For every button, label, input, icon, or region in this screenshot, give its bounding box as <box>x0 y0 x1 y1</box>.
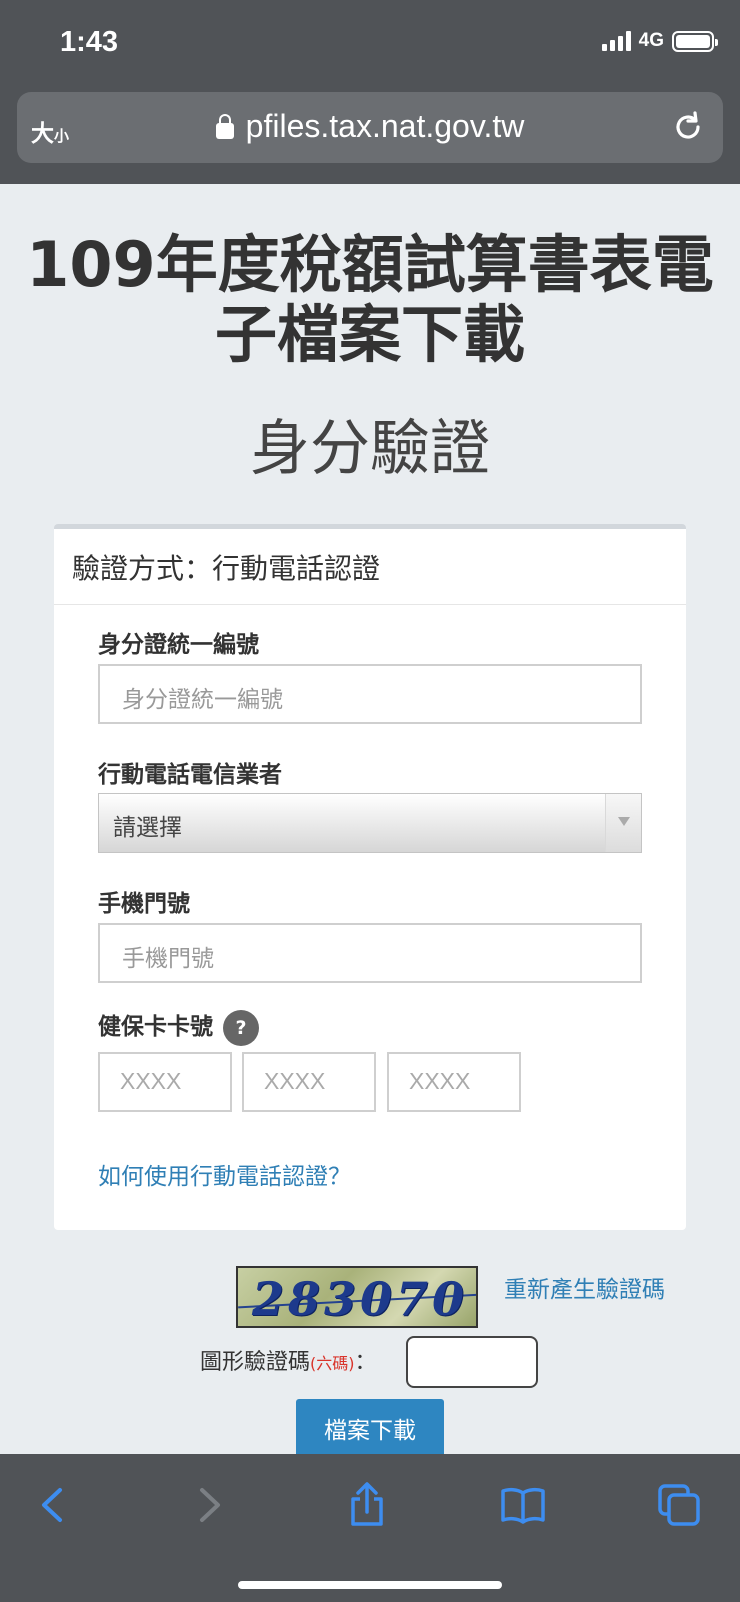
status-indicators: 4G <box>601 30 718 52</box>
page-content: 109年度稅額試算書表電子檔案下載 身分驗證 驗證方式：行動電話認證 身分證統一… <box>0 184 740 1454</box>
captcha-label: 圖形驗證碼(六碼)： <box>200 1350 377 1375</box>
carrier-select-value: 請選擇 <box>113 815 182 841</box>
carrier-select[interactable]: 請選擇 <box>98 793 642 853</box>
reload-icon[interactable] <box>671 110 705 144</box>
health-card-label-row: 健保卡卡號? <box>98 1007 259 1046</box>
url-text: pfiles.tax.nat.gov.tw <box>245 108 525 144</box>
health-card-label: 健保卡卡號 <box>98 1014 213 1040</box>
id-label: 身分證統一編號 <box>98 632 259 658</box>
phone-label: 手機門號 <box>98 891 190 917</box>
carrier-label: 行動電話電信業者 <box>98 762 282 788</box>
address-bar[interactable]: 大小 pfiles.tax.nat.gov.tw <box>17 92 723 163</box>
health-card-input-3[interactable]: XXXX <box>387 1052 521 1112</box>
captcha-input[interactable] <box>406 1336 538 1388</box>
id-number-input[interactable]: 身分證統一編號 <box>98 664 642 724</box>
chevron-down-icon <box>605 794 641 852</box>
signal-icon <box>601 31 631 51</box>
page-subtitle: 身分驗證 <box>250 414 490 484</box>
home-indicator[interactable] <box>238 1581 502 1589</box>
phone-number-input[interactable]: 手機門號 <box>98 923 642 983</box>
battery-icon <box>672 30 718 52</box>
browser-toolbar <box>0 1454 740 1602</box>
howto-link[interactable]: 如何使用行動電話認證？ <box>98 1157 351 1191</box>
bookmarks-icon[interactable] <box>500 1482 546 1528</box>
health-card-input-2[interactable]: XXXX <box>242 1052 376 1112</box>
url-field[interactable]: pfiles.tax.nat.gov.tw <box>17 108 723 145</box>
captcha-length-note: (六碼) <box>310 1354 355 1373</box>
captcha-code: 283070 <box>252 1272 469 1326</box>
page-title: 109年度稅額試算書表電子檔案下載 <box>26 228 714 371</box>
download-button[interactable]: 檔案下載 <box>296 1399 444 1454</box>
tabs-icon[interactable] <box>656 1482 702 1528</box>
lock-icon <box>215 114 234 139</box>
back-icon[interactable] <box>30 1482 76 1528</box>
help-icon[interactable]: ? <box>223 1009 259 1046</box>
health-card-input-1[interactable]: XXXX <box>98 1052 232 1112</box>
browser-top-chrome: 1:43 4G 大小 pfiles.tax.nat.gov.tw <box>0 0 740 184</box>
share-icon[interactable] <box>344 1482 390 1528</box>
captcha-image: 283070 <box>236 1266 478 1328</box>
forward-icon <box>200 1488 220 1522</box>
status-time: 1:43 <box>60 26 119 58</box>
verification-form: 驗證方式：行動電話認證 身分證統一編號 身分證統一編號 行動電話電信業者 請選擇… <box>54 524 686 1230</box>
form-heading: 驗證方式：行動電話認證 <box>54 529 686 605</box>
network-type: 4G <box>638 30 664 51</box>
regenerate-captcha-link[interactable]: 重新產生驗證碼 <box>504 1270 665 1304</box>
